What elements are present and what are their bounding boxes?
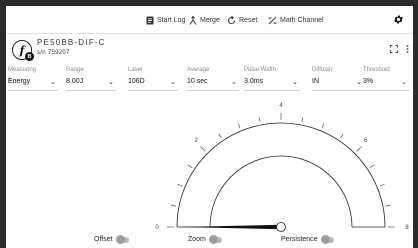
gauge-tick-label: 2 <box>194 138 198 144</box>
gauge-minor-tick <box>218 133 222 139</box>
gauge-outer-arc <box>176 122 386 228</box>
zoom-toggle-group: Zoom <box>188 235 222 244</box>
top-toolbar: Start Log Merge Reset Math Channel <box>6 6 413 34</box>
logo-letter: f <box>19 43 25 57</box>
gauge-minor-tick <box>340 133 344 139</box>
device-header: f B PE50BB-DIF-C s/n 759207 <box>6 36 413 62</box>
setting-value: 10 sec <box>187 78 208 85</box>
gauge-tick-label: 8 <box>405 225 409 231</box>
setting-value: 106D <box>128 78 145 85</box>
setting-label: Range <box>66 67 84 73</box>
log-file-icon <box>146 16 154 24</box>
gauge-tick-label: 4 <box>279 103 283 109</box>
gauge-minor-tick <box>177 183 183 187</box>
zoom-label: Zoom <box>188 236 206 243</box>
zoom-toggle[interactable] <box>208 235 222 244</box>
start-log-label: Start Log <box>157 16 186 24</box>
chevron-down-icon: ⌄ <box>292 79 298 86</box>
device-serial: s/n 759207 <box>37 50 70 56</box>
gauge-minor-tick <box>369 164 375 168</box>
bottom-toggle-bar: Offset Zoom Persistence <box>6 233 413 248</box>
setting-laser[interactable]: Laser 106D ⌄ <box>128 64 178 94</box>
math-channel-label: Math Channel <box>280 16 324 24</box>
setting-label: Pulse Width <box>244 67 277 73</box>
setting-label: Measuring <box>8 67 37 73</box>
sensor-logo: f B <box>12 40 34 61</box>
gear-icon <box>394 14 403 24</box>
toggle-knob <box>115 235 125 244</box>
setting-value: 8.00J <box>66 78 84 85</box>
gauge-major-tick <box>200 146 206 152</box>
reset-icon <box>228 15 236 24</box>
setting-underline <box>312 90 364 91</box>
reset-button[interactable]: Reset <box>227 13 257 27</box>
setting-underline <box>244 90 300 91</box>
setting-diffuser[interactable]: Diffuser IN ⌄ <box>312 64 364 94</box>
chevron-down-icon: ⌄ <box>170 79 176 86</box>
settings-gear-button[interactable] <box>393 12 404 26</box>
setting-range[interactable]: Range 8.00J ⌄ <box>66 64 116 94</box>
gauge-needle-hub <box>276 222 286 232</box>
gauge-minor-tick <box>171 204 177 207</box>
setting-average[interactable]: Average 10 sec ⌄ <box>187 64 239 94</box>
gauge-minor-tick <box>379 183 385 187</box>
merge-label: Merge <box>200 16 220 24</box>
setting-value: IN <box>312 78 319 85</box>
chevron-down-icon: ⌄ <box>356 79 362 86</box>
gauge-minor-tick <box>301 117 304 123</box>
gauge-minor-tick <box>321 123 325 129</box>
setting-underline <box>128 90 178 91</box>
setting-value: Energy <box>8 78 31 85</box>
gauge-tick-label: 0 <box>155 225 159 231</box>
toggle-knob <box>208 235 218 244</box>
setting-threshold[interactable]: Threshold 3% ⌄ <box>363 64 410 94</box>
offset-toggle[interactable] <box>115 235 129 244</box>
more-menu-icon[interactable] <box>406 45 409 55</box>
start-log-button[interactable]: Start Log <box>146 13 185 27</box>
merge-button[interactable]: Merge <box>189 13 220 27</box>
window-frame-right <box>413 0 418 248</box>
setting-value: 3.0ms <box>244 78 264 85</box>
gauge-inner-arc <box>209 155 353 228</box>
toggle-knob <box>320 235 330 244</box>
setting-value: 3% <box>363 78 374 85</box>
chevron-down-icon: ⌄ <box>50 79 56 86</box>
gauge-minor-tick <box>237 123 241 129</box>
reset-label: Reset <box>239 16 258 24</box>
setting-measuring[interactable]: Measuring Energy ⌄ <box>8 64 58 94</box>
persistence-label: Persistence <box>281 236 318 243</box>
gauge-minor-tick <box>385 204 391 207</box>
device-name: PE50BB-DIF-C <box>37 38 106 47</box>
logo-badge: B <box>25 52 34 61</box>
gauge-panel: 0 2 4 6 8 <box>6 96 413 232</box>
offset-toggle-group: Offset <box>94 235 129 244</box>
expand-icon[interactable] <box>390 45 398 55</box>
gauge-major-tick <box>356 146 362 152</box>
setting-underline <box>8 90 58 91</box>
persistence-toggle[interactable] <box>320 235 334 244</box>
chevron-down-icon: ⌄ <box>108 79 114 86</box>
setting-underline <box>187 90 239 91</box>
setting-label: Diffuser <box>312 67 333 73</box>
setting-label: Laser <box>128 67 144 73</box>
setting-label: Threshold <box>363 67 390 73</box>
offset-label: Offset <box>94 236 113 243</box>
gauge-minor-tick <box>187 164 193 168</box>
chevron-down-icon: ⌄ <box>401 79 407 86</box>
measurement-settings-row: Measuring Energy ⌄ Range 8.00J ⌄ Laser 1… <box>6 64 413 94</box>
chevron-down-icon: ⌄ <box>231 79 237 86</box>
math-icon <box>268 16 277 24</box>
gauge-needle <box>179 224 281 230</box>
gauge-minor-tick <box>258 117 261 123</box>
setting-pulse-width[interactable]: Pulse Width 3.0ms ⌄ <box>244 64 300 94</box>
setting-underline <box>66 90 116 91</box>
gauge-tick-label: 6 <box>364 138 368 144</box>
energy-gauge: 0 2 4 6 8 <box>155 103 409 232</box>
setting-label: Average <box>187 67 210 73</box>
persistence-toggle-group: Persistence <box>281 235 334 244</box>
setting-underline <box>363 90 410 91</box>
math-channel-button[interactable]: Math Channel <box>268 13 324 27</box>
merge-icon <box>189 15 197 25</box>
gauge-ticks <box>167 113 395 228</box>
